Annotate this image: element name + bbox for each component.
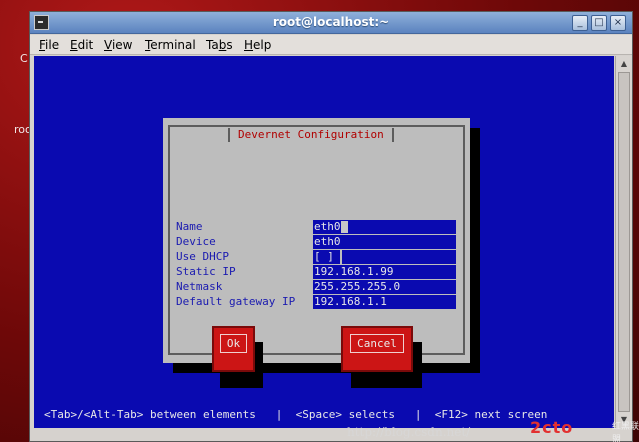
netmask-input[interactable]: 255.255.255.0 (313, 280, 456, 294)
dialog-title: Devernet Configuration (228, 128, 394, 142)
dhcp-label: Use DHCP (176, 250, 229, 263)
device-input[interactable]: eth0 (313, 235, 456, 249)
dhcp-field-fill (342, 250, 456, 264)
status-hint-line: <Tab>/<Alt-Tab> between elements | <Spac… (44, 408, 548, 421)
window-title: root@localhost:~ (272, 15, 390, 29)
window-titlebar[interactable]: root@localhost:~ _ □ × (30, 12, 632, 34)
close-button[interactable]: × (610, 15, 626, 31)
menu-terminal[interactable]: Terminal (145, 38, 196, 52)
scroll-thumb[interactable] (618, 72, 630, 412)
name-value: eth0 (314, 220, 341, 233)
terminal-screen[interactable]: Devernet Configuration Name eth0 Device … (34, 56, 614, 428)
cancel-button[interactable]: Cancel (341, 326, 413, 372)
watermark-logo-sub: 红黑联盟 (612, 422, 639, 442)
device-label: Device (176, 235, 216, 248)
gateway-value: 192.168.1.1 (314, 295, 387, 308)
text-cursor (341, 221, 348, 233)
scrollbar[interactable]: ▲ ▼ (615, 56, 632, 428)
menu-tabs[interactable]: Tabs (206, 38, 233, 52)
menu-view[interactable]: View (104, 38, 132, 52)
static-ip-label: Static IP (176, 265, 236, 278)
static-ip-value: 192.168.1.99 (314, 265, 394, 278)
menu-edit[interactable]: Edit (70, 38, 93, 52)
watermark-logo: 2cto (530, 418, 574, 437)
name-label: Name (176, 220, 203, 233)
netmask-label: Netmask (176, 280, 223, 293)
menu-help[interactable]: Help (244, 38, 271, 52)
scroll-up-icon[interactable]: ▲ (618, 58, 630, 70)
dhcp-checkbox[interactable]: [ ] (313, 250, 340, 264)
device-value: eth0 (314, 235, 341, 248)
static-ip-input[interactable]: 192.168.1.99 (313, 265, 456, 279)
terminal-window: root@localhost:~ _ □ × File Edit View Te… (29, 11, 633, 442)
name-input[interactable]: eth0 (313, 220, 456, 234)
network-config-dialog: Devernet Configuration Name eth0 Device … (163, 118, 470, 388)
minimize-button[interactable]: _ (572, 15, 588, 31)
watermark-url: http://blog.csdn.net/ (347, 425, 471, 439)
netmask-value: 255.255.255.0 (314, 280, 401, 293)
desktop-icon-label: C (20, 52, 28, 65)
ok-button[interactable]: Ok (212, 326, 255, 372)
menu-bar: File Edit View Terminal Tabs Help (30, 35, 632, 55)
maximize-button[interactable]: □ (591, 15, 607, 31)
gateway-label: Default gateway IP (176, 295, 296, 308)
menu-file[interactable]: File (39, 38, 59, 52)
gateway-input[interactable]: 192.168.1.1 (313, 295, 456, 309)
